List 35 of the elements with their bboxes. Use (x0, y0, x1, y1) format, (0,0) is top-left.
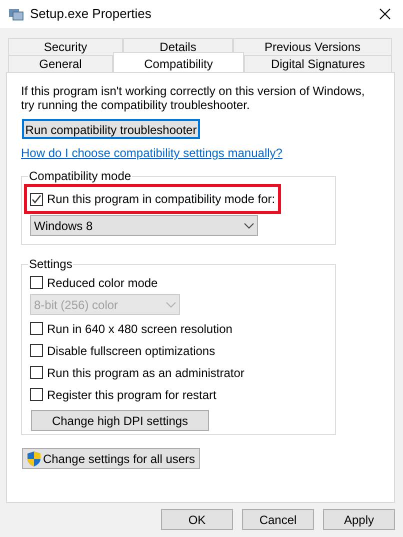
checkbox[interactable] (30, 344, 43, 357)
group-title: Settings (28, 257, 74, 271)
description-text: If this program isn't working correctly on this version of Windows, (21, 84, 365, 98)
dialog-button[interactable]: Cancel (242, 509, 314, 530)
checkbox[interactable] (30, 388, 43, 401)
checkbox-label: Register this program for restart (47, 386, 216, 404)
help-link[interactable]: How do I choose compatibility settings manually? (21, 146, 282, 160)
checkbox-label: Run this program as an administrator (47, 364, 244, 382)
checkbox-label: Run in 640 x 480 screen resolution (47, 320, 232, 338)
chevron-down-icon (166, 302, 176, 308)
dialog-button[interactable]: Apply (323, 509, 395, 530)
shield-icon (26, 450, 41, 466)
tab[interactable]: Compatibility (113, 52, 244, 72)
group-title: Compatibility mode (28, 169, 132, 183)
checkbox[interactable] (30, 192, 43, 206)
tab[interactable]: Digital Signatures (244, 55, 392, 72)
dialog-button[interactable]: OK (161, 509, 233, 530)
chevron-down-icon (244, 222, 254, 228)
checkbox[interactable] (30, 322, 43, 335)
dpi-settings-button[interactable]: Change high DPI settings (31, 410, 209, 431)
all-users-button[interactable]: Change settings for all users (22, 448, 200, 469)
tab[interactable]: Security (8, 38, 123, 55)
dropdown[interactable]: Windows 8 (30, 215, 258, 236)
tab[interactable]: General (8, 55, 113, 72)
troubleshooter-button[interactable]: Run compatibility troubleshooter (22, 119, 200, 139)
checkbox-label: Reduced color mode (47, 274, 158, 292)
window-title: Setup.exe Properties (30, 5, 152, 24)
checkbox-label: Run this program in compatibility mode for: (47, 191, 276, 208)
description-text: try running the compatibility troubleshooter. (21, 98, 251, 112)
close-icon[interactable] (379, 8, 391, 20)
tab[interactable]: Previous Versions (233, 38, 392, 55)
checkbox[interactable] (30, 366, 43, 379)
checkbox[interactable] (30, 276, 43, 289)
app-icon (8, 6, 24, 22)
checkbox-label: Disable fullscreen optimizations (47, 342, 216, 360)
